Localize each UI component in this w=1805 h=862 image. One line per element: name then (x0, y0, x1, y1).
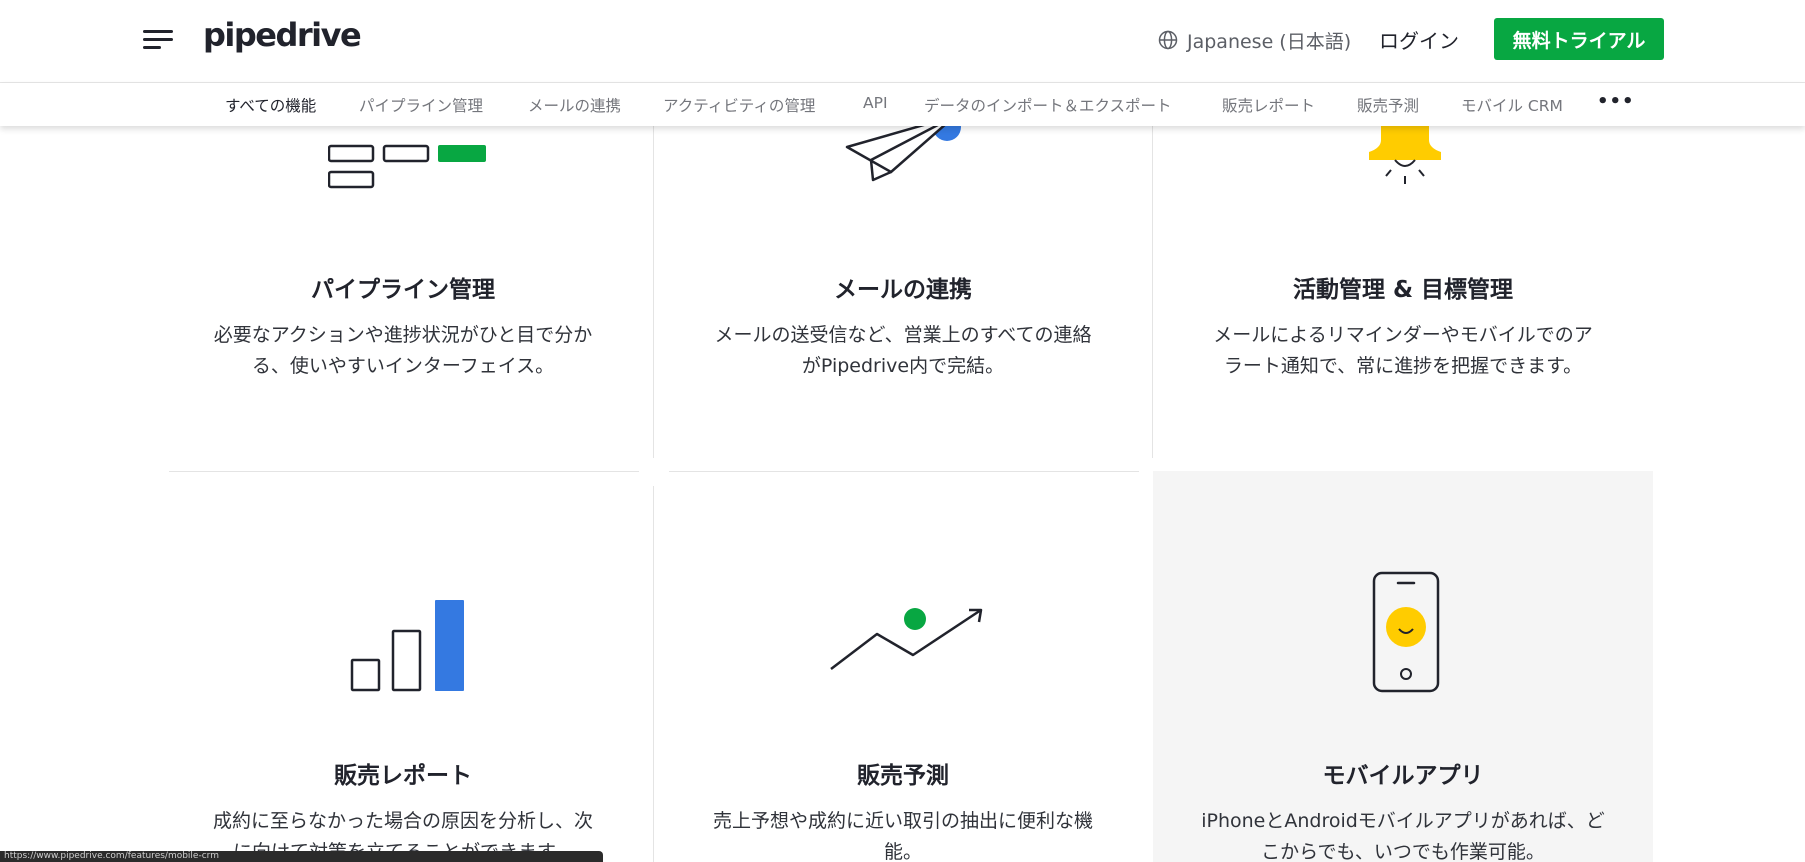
feature-nav-activity[interactable]: アクティビティの管理 (663, 94, 815, 116)
feature-nav-forecast[interactable]: 販売予測 (1357, 94, 1419, 116)
globe-icon (1158, 30, 1178, 50)
feature-card-mobile[interactable]: モバイルアプリ iPhoneとAndroidモバイルアプリがあれば、ど こからでも… (1153, 471, 1653, 862)
feature-nav-import-export[interactable]: データのインポート＆エクスポート (924, 94, 1172, 116)
feature-card-pipeline[interactable]: パイプライン管理 必要なアクションや進捗状況がひと目で分か る、使いやすいインター… (153, 110, 653, 460)
language-label: Japanese (日本語) (1187, 30, 1352, 53)
feature-description: メールの送受信など、営業上のすべての連絡 がPipedrive内で完結。 (714, 324, 1092, 377)
link-status-bar: https://www.pipedrive.com/features/mobil… (0, 851, 603, 862)
feature-card-email[interactable]: メールの連携 メールの送受信など、営業上のすべての連絡 がPipedrive内で完… (653, 110, 1153, 460)
feature-title: 販売レポート (334, 763, 472, 789)
free-trial-button[interactable]: 無料トライアル (1494, 18, 1664, 60)
feature-title: 販売予測 (857, 763, 949, 789)
language-selector[interactable]: Japanese (日本語) (1158, 25, 1351, 55)
feature-nav-all[interactable]: すべての機能 (225, 94, 316, 116)
feature-nav: すべての機能 パイプライン管理 メールの連携 アクティビティの管理 API デー… (0, 83, 1805, 126)
feature-card-forecast[interactable]: 販売予測 売上予想や成約に近い取引の抽出に便利な機 能。 (653, 472, 1153, 862)
bar-chart-icon (350, 600, 464, 692)
feature-nav-reports[interactable]: 販売レポート (1222, 94, 1315, 116)
pipeline-icon (328, 144, 486, 189)
login-link[interactable]: ログイン (1379, 25, 1459, 54)
mobile-phone-icon (1372, 571, 1440, 693)
menu-icon[interactable] (143, 30, 173, 50)
feature-description: 必要なアクションや進捗状況がひと目で分か る、使いやすいインターフェイス。 (213, 324, 593, 377)
feature-nav-pipeline[interactable]: パイプライン管理 (359, 94, 483, 116)
feature-title: メールの連携 (834, 277, 972, 303)
feature-card-activity[interactable]: 活動管理 & 目標管理 メールによるリマインダーやモバイルでのア ラート通知で、常… (1153, 110, 1653, 460)
feature-title: モバイルアプリ (1322, 763, 1484, 789)
feature-nav-email[interactable]: メールの連携 (528, 94, 621, 116)
feature-description: iPhoneとAndroidモバイルアプリがあれば、ど こからでも、いつでも作業可… (1201, 810, 1605, 862)
feature-title: 活動管理 & 目標管理 (1292, 277, 1514, 303)
feature-title: パイプライン管理 (311, 277, 495, 303)
trend-line-icon (830, 608, 983, 670)
feature-description: 売上予想や成約に近い取引の抽出に便利な機 能。 (712, 810, 1093, 862)
more-icon[interactable]: ••• (1597, 91, 1635, 112)
feature-nav-mobile[interactable]: モバイル CRM (1461, 94, 1563, 116)
feature-nav-api[interactable]: API (863, 94, 888, 112)
feature-card-reports[interactable]: 販売レポート 成約に至らなかった場合の原因を分析し、次に向けて対策を立てることが… (153, 472, 653, 862)
pipedrive-logo[interactable]: pipedrive (203, 16, 362, 54)
feature-description: メールによるリマインダーやモバイルでのア ラート通知で、常に進捗を把握できます。 (1213, 324, 1593, 377)
top-header: pipedrive Japanese (日本語) ログイン 無料トライアル (0, 0, 1805, 83)
